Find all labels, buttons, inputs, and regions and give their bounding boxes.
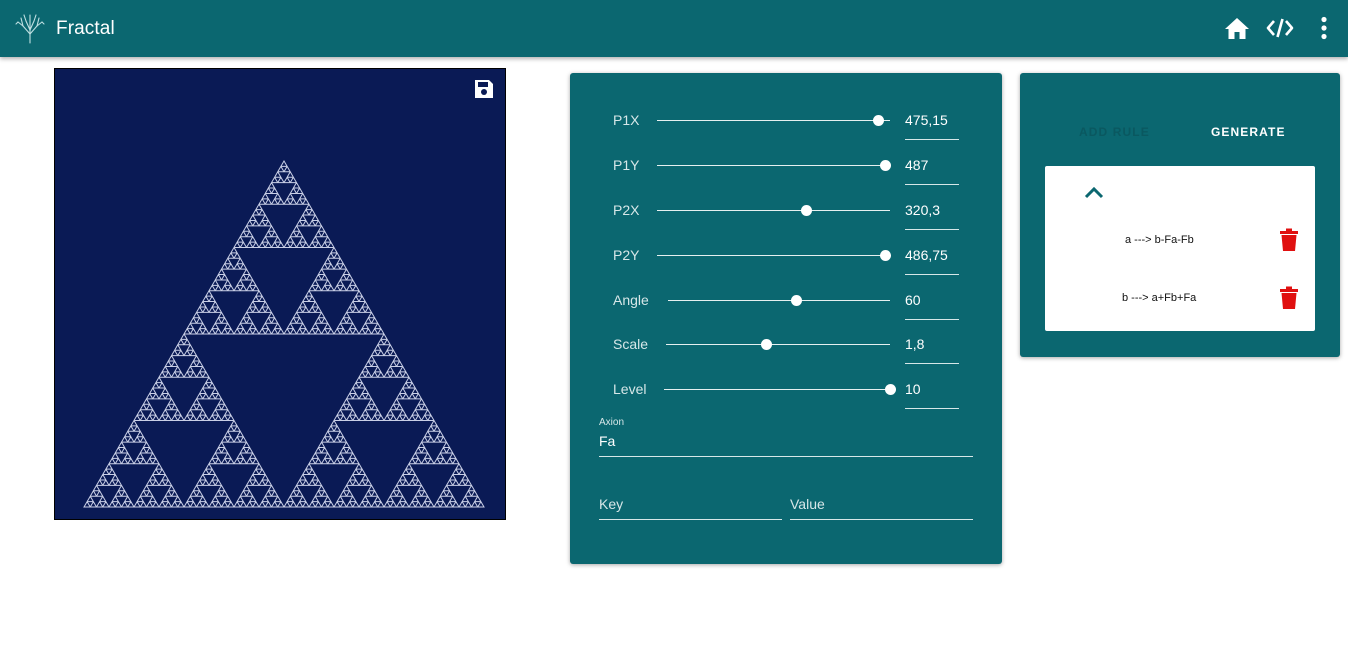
slider-thumb[interactable]	[872, 115, 884, 126]
home-button[interactable]	[1223, 14, 1251, 42]
slider-label: P1X	[613, 112, 640, 128]
tree-logo-icon	[15, 14, 45, 44]
slider-label: Angle	[613, 292, 649, 308]
slider-value: 475,15	[905, 112, 948, 128]
more-menu-button[interactable]	[1310, 14, 1338, 42]
slider-row-level: Level 10	[570, 369, 1002, 409]
slider-track[interactable]	[666, 344, 890, 345]
rule-item-text: b ---> a+Fb+Fa	[1122, 292, 1197, 304]
slider-value-input[interactable]: 486,75	[905, 235, 959, 275]
slider-label: Scale	[613, 336, 649, 352]
slider-track[interactable]	[668, 300, 890, 301]
slider-value: 487	[905, 157, 929, 173]
slider-label: P2Y	[613, 247, 640, 263]
delete-rule-icon[interactable]	[1279, 286, 1299, 310]
delete-rule-icon[interactable]	[1279, 228, 1299, 252]
slider-label: P1Y	[613, 157, 640, 173]
rules-panel: ADD RULE GENERATE a ---> b-Fa-Fb b ---> …	[1020, 73, 1340, 357]
slider-value-input[interactable]: 475,15	[905, 100, 959, 140]
slider-value-input[interactable]: 320,3	[905, 190, 959, 230]
slider-track[interactable]	[657, 255, 890, 256]
slider-value: 320,3	[905, 202, 941, 218]
generate-button[interactable]: GENERATE	[1211, 125, 1286, 139]
home-icon	[1225, 18, 1249, 39]
axion-value: Fa	[599, 433, 616, 449]
value-placeholder: Value	[790, 496, 825, 512]
chevron-up-icon[interactable]	[1083, 184, 1105, 200]
slider-value-input[interactable]: 10	[905, 369, 959, 409]
slider-thumb[interactable]	[879, 250, 891, 261]
add-rule-button[interactable]: ADD RULE	[1079, 125, 1150, 139]
more-vert-icon	[1321, 16, 1327, 40]
axion-label: Axion	[599, 417, 625, 428]
slider-label: Level	[613, 381, 647, 397]
axion-field[interactable]: Axion Fa	[599, 417, 973, 457]
slider-row-p1y: P1Y 487	[570, 145, 1002, 185]
save-icon[interactable]	[473, 78, 495, 100]
code-icon	[1266, 18, 1294, 38]
rule-item-text: a ---> b-Fa-Fb	[1125, 234, 1194, 246]
slider-thumb[interactable]	[884, 384, 896, 395]
slider-track[interactable]	[657, 210, 890, 211]
slider-label: P2X	[613, 202, 640, 218]
slider-track[interactable]	[657, 165, 890, 166]
slider-thumb[interactable]	[761, 339, 773, 350]
slider-track[interactable]	[664, 389, 890, 390]
value-input[interactable]: Value	[790, 488, 973, 520]
slider-row-p2x: P2X 320,3	[570, 190, 1002, 230]
slider-value-input[interactable]: 1,8	[905, 324, 959, 364]
key-placeholder: Key	[599, 496, 624, 512]
slider-value-input[interactable]: 60	[905, 280, 959, 320]
fractal-canvas[interactable]	[54, 68, 506, 520]
fractal-path	[83, 160, 485, 508]
slider-value-input[interactable]: 487	[905, 145, 959, 185]
slider-value: 10	[905, 381, 921, 397]
key-input[interactable]: Key	[599, 488, 782, 520]
slider-value: 486,75	[905, 247, 948, 263]
code-button[interactable]	[1266, 14, 1294, 42]
app-title: Fractal	[56, 18, 115, 39]
sierpinski-triangle	[83, 160, 485, 508]
slider-thumb[interactable]	[800, 205, 812, 216]
slider-track[interactable]	[657, 120, 890, 121]
parameters-panel: Axion Fa Key Value P1X 475,15 P1Y 487 P2X 320…	[570, 73, 1002, 564]
rules-list: a ---> b-Fa-Fb b ---> a+Fb+Fa	[1045, 166, 1315, 331]
slider-row-angle: Angle 60	[570, 280, 1002, 320]
slider-row-p2y: P2Y 486,75	[570, 235, 1002, 275]
slider-thumb[interactable]	[791, 295, 803, 306]
slider-row-p1x: P1X 475,15	[570, 100, 1002, 140]
app-bar: Fractal	[0, 0, 1348, 57]
slider-thumb[interactable]	[879, 160, 891, 171]
slider-value: 60	[905, 292, 921, 308]
slider-row-scale: Scale 1,8	[570, 324, 1002, 364]
slider-value: 1,8	[905, 336, 925, 352]
